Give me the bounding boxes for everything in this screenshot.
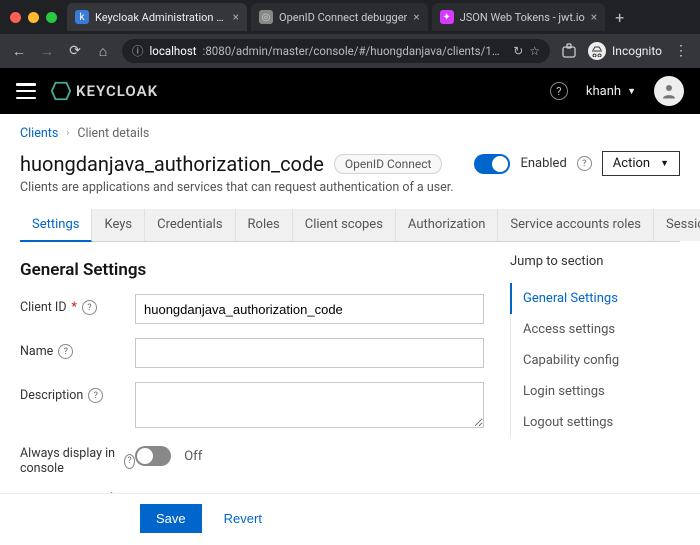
jump-item-logout[interactable]: Logout settings: [511, 407, 680, 438]
url-path: :8080/admin/master/console/#/huongdanjav…: [203, 44, 502, 58]
user-menu[interactable]: khanh ▼: [586, 84, 636, 99]
chevron-down-icon: ▼: [660, 158, 669, 169]
breadcrumb: Clients › Client details: [20, 126, 680, 141]
incognito-indicator: Incognito: [588, 42, 662, 60]
avatar[interactable]: [654, 76, 684, 106]
client-tabs: Settings Keys Credentials Roles Client s…: [20, 209, 680, 242]
section-general-settings: General Settings: [20, 260, 484, 280]
keycloak-logo-icon: [50, 80, 72, 102]
browser-tab-1[interactable]: ◎ OpenID Connect debugger ×: [251, 3, 428, 31]
window-controls: [6, 12, 63, 23]
close-tab-icon[interactable]: ×: [591, 10, 597, 24]
new-tab-button[interactable]: +: [609, 8, 630, 27]
breadcrumb-root[interactable]: Clients: [20, 126, 58, 141]
always-display-state: Off: [184, 449, 202, 464]
favicon-icon: ◎: [259, 10, 273, 24]
jump-heading: Jump to section: [510, 254, 680, 269]
name-label: Name ?: [20, 338, 135, 359]
jump-item-login[interactable]: Login settings: [511, 376, 680, 407]
extensions-icon[interactable]: [560, 42, 578, 60]
always-display-label: Always display in console ?: [20, 446, 135, 476]
breadcrumb-current: Client details: [77, 126, 149, 141]
home-icon[interactable]: ⌂: [94, 42, 112, 60]
help-icon[interactable]: ?: [577, 156, 592, 171]
help-icon[interactable]: ?: [124, 454, 135, 469]
page-content: Clients › Client details huongdanjava_au…: [0, 114, 700, 545]
jump-item-capability[interactable]: Capability config: [511, 345, 680, 376]
jump-item-access[interactable]: Access settings: [511, 314, 680, 345]
action-label: Action: [613, 156, 650, 171]
close-tab-icon[interactable]: ×: [233, 10, 239, 24]
browser-chrome: k Keycloak Administration Cons × ◎ OpenI…: [0, 0, 700, 68]
description-input[interactable]: [135, 382, 484, 428]
enabled-label: Enabled: [520, 156, 566, 171]
maximize-window-icon[interactable]: [46, 12, 57, 23]
action-dropdown[interactable]: Action ▼: [602, 151, 680, 176]
incognito-icon: [588, 42, 606, 60]
jump-item-general[interactable]: General Settings: [510, 283, 680, 314]
user-name: khanh: [586, 84, 621, 99]
minimize-window-icon[interactable]: [28, 12, 39, 23]
favicon-icon: ✦: [440, 10, 454, 24]
help-icon[interactable]: ?: [88, 388, 103, 403]
help-icon[interactable]: ?: [82, 300, 97, 315]
back-icon[interactable]: ←: [10, 42, 28, 60]
tab-sessions[interactable]: Sessions: [654, 209, 700, 241]
url-host: localhost: [150, 44, 197, 58]
enabled-toggle[interactable]: [474, 154, 510, 174]
browser-address-bar: ← → ⟳ ⌂ ⓘ localhost :8080/admin/master/c…: [0, 34, 700, 68]
help-icon[interactable]: ?: [58, 344, 73, 359]
browser-tab-strip: k Keycloak Administration Cons × ◎ OpenI…: [0, 0, 700, 34]
app-header: KEYCLOAK ? khanh ▼: [0, 68, 700, 114]
incognito-label: Incognito: [612, 44, 662, 58]
settings-form: General Settings Client ID * ? Name ?: [20, 254, 484, 524]
browser-menu-icon[interactable]: ⋮: [672, 42, 690, 60]
form-footer: Save Revert: [0, 493, 700, 545]
description-label: Description ?: [20, 382, 135, 403]
revert-button[interactable]: Revert: [224, 511, 262, 526]
tab-title: OpenID Connect debugger: [279, 11, 407, 24]
tab-roles[interactable]: Roles: [236, 209, 293, 241]
star-icon[interactable]: ☆: [529, 44, 540, 58]
close-window-icon[interactable]: [10, 12, 21, 23]
required-indicator: *: [72, 300, 77, 315]
jump-to-section: Jump to section General Settings Access …: [510, 254, 680, 524]
tab-title: Keycloak Administration Cons: [95, 11, 227, 24]
close-tab-icon[interactable]: ×: [413, 10, 419, 24]
client-id-label: Client ID * ?: [20, 294, 135, 315]
browser-tab-0[interactable]: k Keycloak Administration Cons ×: [67, 3, 247, 31]
save-button[interactable]: Save: [140, 504, 202, 533]
url-field[interactable]: ⓘ localhost :8080/admin/master/console/#…: [122, 39, 550, 63]
tab-keys[interactable]: Keys: [92, 209, 145, 241]
menu-toggle-button[interactable]: [16, 83, 36, 99]
help-icon[interactable]: ?: [550, 82, 568, 100]
chevron-right-icon: ›: [66, 128, 69, 139]
sync-icon[interactable]: ↻: [513, 44, 523, 58]
tab-authorization[interactable]: Authorization: [396, 209, 499, 241]
brand-text: KEYCLOAK: [76, 82, 158, 100]
title-row: huongdanjava_authorization_code OpenID C…: [20, 151, 680, 176]
tab-client-scopes[interactable]: Client scopes: [293, 209, 396, 241]
always-display-toggle[interactable]: [135, 446, 171, 466]
chevron-down-icon: ▼: [627, 86, 636, 97]
tab-service-accounts-roles[interactable]: Service accounts roles: [498, 209, 654, 241]
forward-icon[interactable]: →: [38, 42, 56, 60]
reload-icon[interactable]: ⟳: [66, 42, 84, 60]
tab-settings[interactable]: Settings: [20, 209, 92, 242]
page-subtitle: Clients are applications and services th…: [20, 180, 680, 195]
protocol-badge: OpenID Connect: [334, 154, 443, 174]
favicon-icon: k: [75, 10, 89, 24]
browser-tab-2[interactable]: ✦ JSON Web Tokens - jwt.io ×: [432, 3, 605, 31]
site-info-icon[interactable]: ⓘ: [132, 43, 144, 59]
tab-credentials[interactable]: Credentials: [145, 209, 235, 241]
tab-title: JSON Web Tokens - jwt.io: [460, 11, 585, 24]
brand-logo[interactable]: KEYCLOAK: [50, 80, 158, 102]
client-id-input[interactable]: [135, 294, 484, 324]
page-title: huongdanjava_authorization_code: [20, 152, 324, 176]
name-input[interactable]: [135, 338, 484, 368]
